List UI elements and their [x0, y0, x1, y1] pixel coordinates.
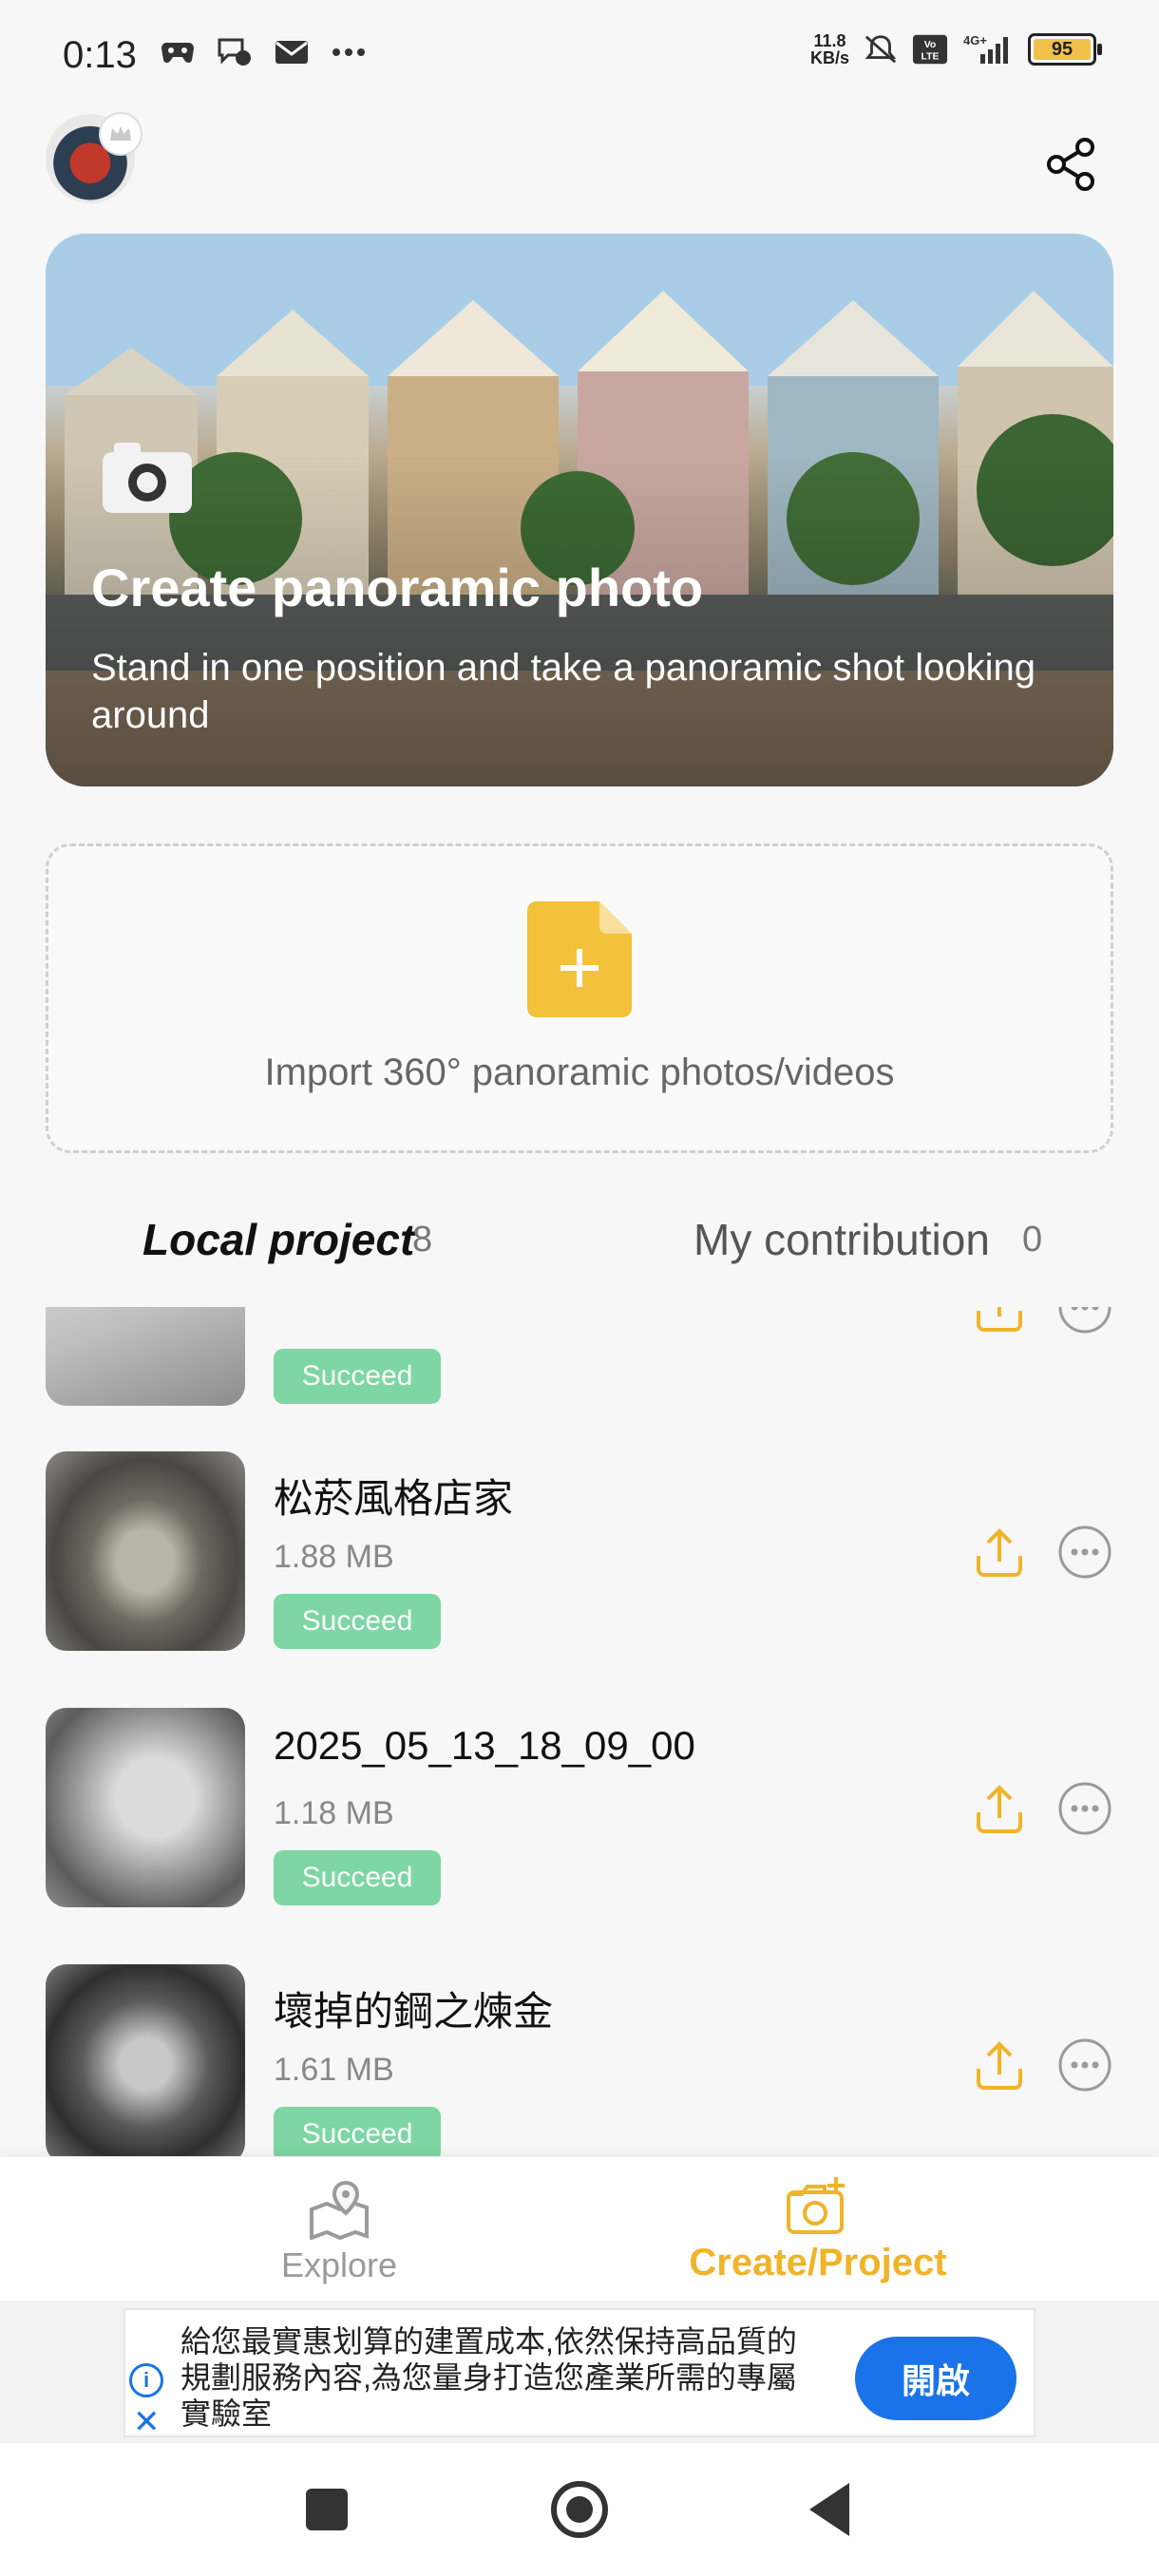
- camera-icon: [103, 443, 192, 513]
- network-speed-unit: KB/s: [809, 48, 849, 67]
- status-badge: Succeed: [274, 1850, 441, 1905]
- create-panoramic-card[interactable]: Create panoramic photo Stand in one posi…: [46, 234, 1113, 786]
- add-file-icon: [527, 901, 632, 1017]
- upload-icon[interactable]: [971, 1524, 1028, 1581]
- svg-text:LTE: LTE: [922, 51, 940, 62]
- home-button[interactable]: [551, 2481, 608, 2538]
- project-name: 壞掉的鋼之煉金: [274, 1989, 554, 2034]
- add-camera-icon: [787, 2177, 845, 2234]
- ad-info-icon[interactable]: i: [129, 2363, 163, 2397]
- bottom-nav: [0, 2156, 1159, 2301]
- project-thumbnail: [46, 1451, 245, 1651]
- status-notification-icons: [160, 36, 367, 68]
- more-options-icon[interactable]: [1056, 1780, 1113, 1837]
- more-options-icon[interactable]: [1056, 1307, 1113, 1335]
- project-row[interactable]: 2025_05_13_18_09_00 1.18 MB Succeed: [0, 1708, 1159, 1917]
- home-dot: [566, 2496, 593, 2523]
- status-badge: Succeed: [274, 1594, 441, 1649]
- status-badge: Succeed: [274, 1349, 441, 1404]
- upload-icon[interactable]: [971, 2036, 1028, 2093]
- nav-create-project[interactable]: Create/Project: [671, 2175, 965, 2291]
- game-controller-icon: [160, 36, 196, 68]
- more-options-icon[interactable]: [1056, 1524, 1113, 1581]
- more-options-icon[interactable]: [1056, 2036, 1113, 2093]
- tab-my-contribution-count: 0: [1022, 1220, 1043, 1260]
- more-notifications-icon: [331, 36, 367, 68]
- project-row[interactable]: Succeed: [0, 1307, 1159, 1415]
- chat-bubble-icon: [217, 36, 253, 68]
- svg-text:4G+: 4G+: [963, 33, 987, 47]
- ad-text: 給您最實惠划算的建置成本,依然保持高品質的規劃服務內容,為您量身打造您產業所需的…: [180, 2324, 797, 2431]
- project-thumbnail: [46, 1964, 245, 2158]
- network-speed-value: 11.8: [813, 31, 846, 50]
- back-button[interactable]: [809, 2483, 849, 2536]
- status-time: 0:13: [63, 34, 137, 76]
- ad-close-icon[interactable]: ✕: [133, 2403, 161, 2441]
- share-button[interactable]: [1041, 135, 1100, 194]
- network-speed: 11.8 KB/s: [810, 32, 849, 66]
- volte-icon: Vo LTE: [912, 33, 948, 66]
- project-size: 1.88 MB: [274, 1539, 394, 1575]
- project-list[interactable]: Succeed 松菸風格店家 1.88 MB Succeed 2025_05_1…: [0, 1307, 1159, 2158]
- project-size: 1.18 MB: [274, 1795, 394, 1831]
- ad-open-button[interactable]: 開啟: [855, 2337, 1016, 2420]
- project-thumbnail: [46, 1307, 245, 1406]
- tab-local-project-count: 8: [412, 1220, 433, 1260]
- nav-create-label: Create/Project: [689, 2242, 947, 2283]
- cellular-signal-icon: 4G+: [961, 33, 1015, 66]
- upload-icon[interactable]: [971, 1307, 1028, 1335]
- project-row[interactable]: 松菸風格店家 1.88 MB Succeed: [0, 1451, 1159, 1660]
- muted-bell-icon: [863, 33, 899, 66]
- battery-icon: 95: [1028, 33, 1102, 66]
- project-thumbnail: [46, 1708, 245, 1907]
- share-icon: [1047, 138, 1094, 191]
- battery-level: 95: [1034, 39, 1091, 60]
- project-size: 1.61 MB: [274, 2052, 394, 2088]
- recent-apps-button[interactable]: [306, 2489, 348, 2530]
- import-panorama-button[interactable]: Import 360° panoramic photos/videos: [46, 843, 1113, 1153]
- upload-icon[interactable]: [971, 1780, 1028, 1837]
- svg-text:Vo: Vo: [924, 40, 937, 50]
- nav-explore-label: Explore: [280, 2245, 398, 2284]
- mail-icon: [274, 36, 310, 68]
- project-name: 2025_05_13_18_09_00: [274, 1723, 695, 1768]
- status-system-icons: 11.8 KB/s Vo LTE 4G+ 95: [810, 32, 1102, 66]
- tab-my-contribution[interactable]: My contribution: [694, 1214, 990, 1265]
- tab-local-project[interactable]: Local project: [142, 1214, 414, 1265]
- project-name: 松菸風格店家: [274, 1476, 514, 1521]
- import-label: Import 360° panoramic photos/videos: [264, 1051, 895, 1093]
- crown-icon: [99, 112, 142, 156]
- hero-subtitle: Stand in one position and take a panoram…: [91, 647, 1036, 736]
- hero-title: Create panoramic photo: [91, 558, 704, 617]
- project-row[interactable]: 壞掉的鋼之煉金 1.61 MB Succeed: [0, 1964, 1159, 2158]
- map-pin-icon: [310, 2181, 369, 2240]
- nav-explore[interactable]: Explore: [238, 2181, 441, 2291]
- status-badge: Succeed: [274, 2107, 441, 2158]
